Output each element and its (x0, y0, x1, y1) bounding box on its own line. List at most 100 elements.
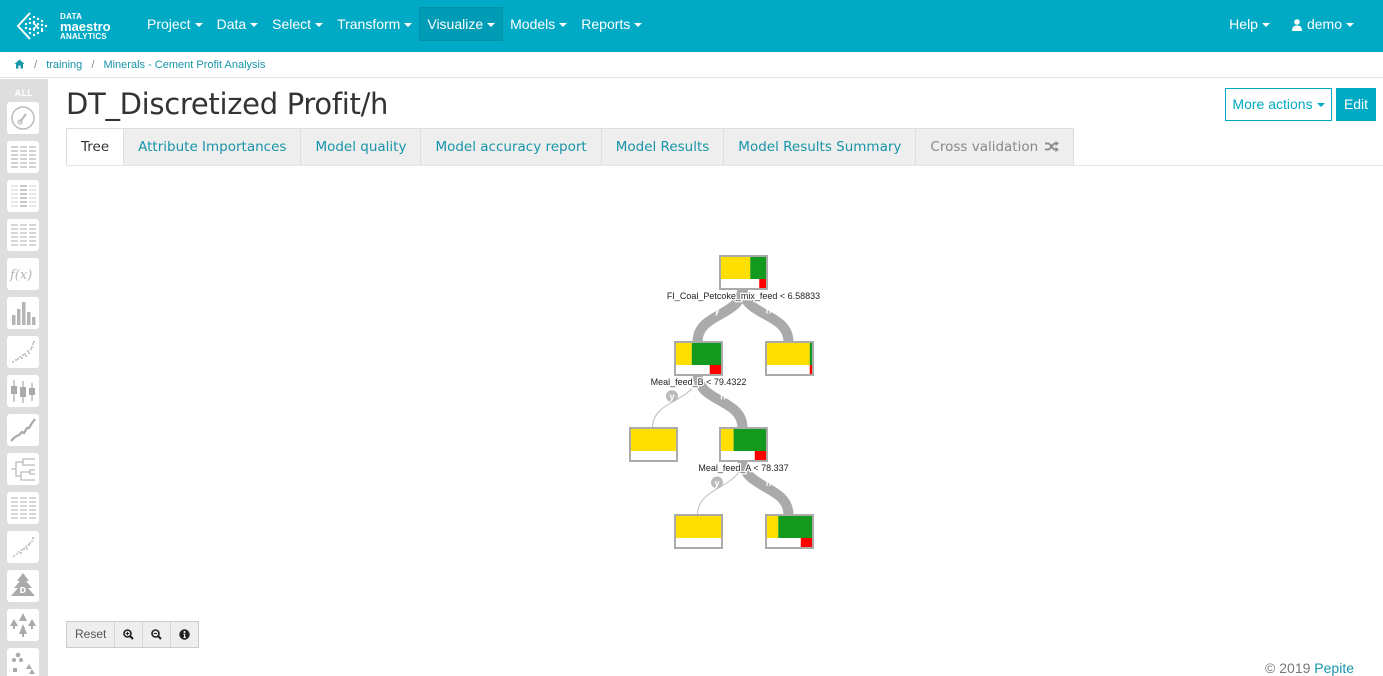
breadcrumb: / training / Minerals - Cement Profit An… (0, 52, 1383, 78)
info-icon (179, 629, 191, 640)
caret-down-icon (1316, 103, 1325, 108)
tab-model-results-summary[interactable]: Model Results Summary (724, 128, 917, 166)
sidebar-item-boxplot[interactable] (7, 375, 39, 407)
sidebar-item-table[interactable] (7, 141, 39, 173)
sidebar-item-histogram[interactable] (7, 297, 39, 329)
node-split-label: FI_Coal_Petcoke_mix_feed < 6.58833 (667, 291, 820, 301)
home-icon (14, 59, 25, 69)
nav-reports-label: Reports (581, 16, 631, 32)
svg-text:D: D (20, 586, 27, 595)
zoom-in-button[interactable] (115, 622, 144, 647)
logo-diamond-icon (16, 12, 48, 40)
tree-node-n6[interactable] (765, 514, 814, 549)
dashboard-gauge-icon (11, 106, 35, 130)
zoom-in-icon (123, 629, 135, 640)
tab-attribute-importances[interactable]: Attribute Importances (124, 128, 302, 166)
node-class-bar-yellow (676, 343, 692, 365)
svg-text:f(x): f(x) (9, 268, 32, 283)
sidebar-item-grid-table[interactable] (7, 219, 39, 251)
pepite-link[interactable]: Pepite (1314, 660, 1354, 676)
nav-help[interactable]: Help (1218, 7, 1281, 41)
nav-select[interactable]: Select (265, 7, 330, 41)
logo[interactable]: DATA maestro ANALYTICS (16, 9, 126, 43)
node-error-bar (809, 365, 812, 374)
tree-node-n2[interactable] (765, 341, 814, 376)
top-navbar: DATA maestro ANALYTICS Project Data Sele… (0, 0, 1383, 52)
nav-visualize[interactable]: Visualize (419, 7, 504, 41)
tree-node-n4[interactable]: Meal_feed_A < 78.337 (697, 427, 790, 474)
nav-user-menu[interactable]: demo (1281, 7, 1365, 41)
node-class-bar-yellow (676, 516, 721, 538)
sidebar-item-dashboard[interactable] (7, 102, 39, 134)
nav-help-label: Help (1229, 16, 1258, 32)
node-class-bar-yellow (721, 429, 734, 451)
decision-tree-view[interactable]: y n y n y n FI_Coal_Petcoke_mix_feed < 6.5883… (600, 240, 860, 570)
sidebar-item-dendrogram[interactable] (7, 453, 39, 485)
nav-project-label: Project (147, 16, 191, 32)
nav-models-label: Models (510, 16, 556, 32)
caret-down-icon (1261, 23, 1270, 28)
sidebar-item-table-list[interactable] (7, 492, 39, 524)
histogram-icon (12, 302, 36, 325)
nav-transform-label: Transform (337, 16, 401, 32)
breadcrumb-project[interactable]: Minerals - Cement Profit Analysis (103, 59, 265, 71)
scatter-icon (12, 341, 35, 363)
forest-icon (10, 613, 36, 637)
nav-models[interactable]: Models (503, 7, 574, 41)
more-actions-button[interactable]: More actions (1225, 88, 1332, 121)
reset-button[interactable]: Reset (67, 622, 116, 647)
sidebar: All f(x) D (0, 79, 48, 676)
decision-tree-svg[interactable]: y n y n y n FI_Coal_Petcoke_mix_feed < 6.5883… (600, 240, 860, 570)
sidebar-item-scatter[interactable] (7, 336, 39, 368)
caret-down-icon (315, 23, 324, 28)
info-button[interactable] (171, 622, 198, 647)
sidebar-item-forest[interactable] (7, 609, 39, 641)
zoom-out-button[interactable] (143, 622, 172, 647)
node-split-label: Meal_feed_A < 78.337 (698, 463, 788, 473)
nav-project[interactable]: Project (140, 7, 210, 41)
sidebar-item-decision-tree[interactable]: D (7, 570, 39, 602)
user-icon (1291, 19, 1302, 32)
table-list-icon (11, 497, 36, 519)
branch-label-n: n (766, 306, 772, 316)
tab-tree[interactable]: Tree (66, 128, 125, 166)
sidebar-item-cluster[interactable] (7, 648, 39, 676)
logo-text: DATA maestro ANALYTICS (60, 12, 111, 41)
tree-node-n5[interactable] (674, 514, 723, 549)
tab-model-accuracy-report[interactable]: Model accuracy report (421, 128, 602, 166)
nav-transform[interactable]: Transform (330, 7, 419, 41)
boxplot-icon (11, 380, 35, 403)
sidebar-all-filter[interactable]: All (0, 88, 48, 102)
node-error-bar (709, 365, 721, 374)
shuffle-icon (1045, 141, 1060, 152)
tree-node-n1[interactable]: Meal_feed_B < 79.4322 (649, 341, 748, 388)
sidebar-item-line-chart[interactable] (7, 414, 39, 446)
breadcrumb-home[interactable] (14, 59, 28, 71)
decision-tree-icon: D (11, 573, 35, 596)
caret-down-icon (194, 23, 203, 28)
page-title: DT_Discretized Profit/h (66, 87, 389, 121)
tab-model-quality[interactable]: Model quality (301, 128, 422, 166)
branch-label-y: y (666, 390, 678, 403)
node-class-bar-yellow (767, 516, 779, 538)
node-class-bar-yellow (767, 343, 810, 365)
caret-down-icon (404, 23, 413, 28)
sidebar-item-column-table[interactable] (7, 180, 39, 212)
edit-button[interactable]: Edit (1336, 88, 1376, 121)
table-grid-icon (11, 224, 36, 246)
tab-cross-validation[interactable]: Cross validation (916, 128, 1075, 166)
cluster-icon (12, 652, 35, 674)
nav-reports[interactable]: Reports (574, 7, 649, 41)
nav-data[interactable]: Data (210, 7, 266, 41)
sidebar-item-scatter-regression[interactable] (7, 531, 39, 563)
node-error-bar (754, 451, 766, 460)
tab-model-results[interactable]: Model Results (601, 128, 725, 166)
sidebar-item-formula[interactable]: f(x) (7, 258, 39, 290)
tab-cross-validation-label: Cross validation (930, 139, 1039, 155)
breadcrumb-training[interactable]: training (46, 59, 82, 71)
main-menu: Project Data Select Transform Visualize … (140, 7, 649, 41)
tree-node-root[interactable]: FI_Coal_Petcoke_mix_feed < 6.58833 (666, 255, 821, 302)
more-actions-label: More actions (1232, 96, 1313, 112)
tree-node-n3[interactable] (629, 427, 678, 462)
footer: © 2019 Pepite (1265, 660, 1354, 676)
